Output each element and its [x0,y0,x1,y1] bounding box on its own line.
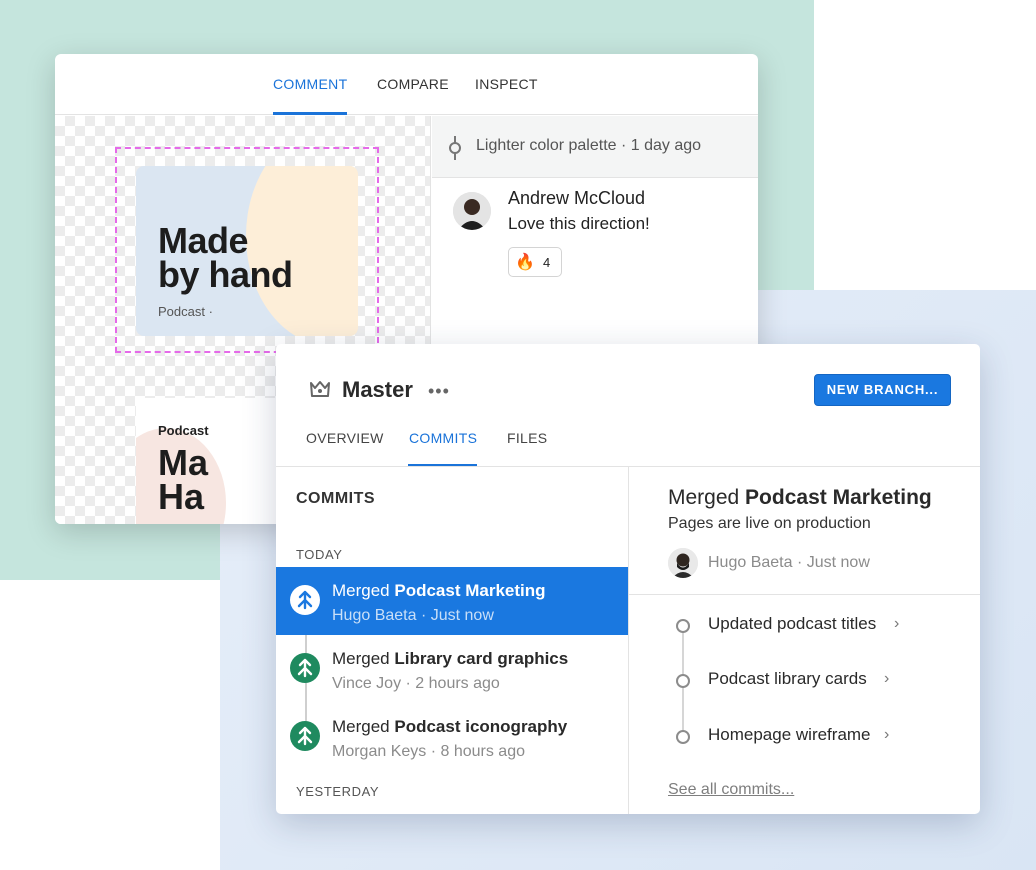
commit-name: Podcast Marketing [394,581,546,600]
detail-subtitle: Pages are live on production [668,515,871,532]
commit-row[interactable]: Merged Podcast Marketing Hugo Baeta · Ju… [276,567,628,635]
branch-crown-icon [310,381,330,397]
comment-window-tabs: COMMENT COMPARE INSPECT [55,54,758,115]
chevron-right-icon: › [884,726,890,743]
card-title: Made by hand [158,220,358,295]
commit-name: Podcast iconography [394,717,568,736]
commit-title: Merged Library card graphics [332,649,568,669]
fire-icon: 🔥 [515,254,535,271]
thread-title: Lighter color palette · 1 day ago [476,137,701,155]
commit-row[interactable]: Merged Library card graphics Vince Joy ·… [276,635,628,703]
commit-author: Hugo Baeta [332,607,417,624]
tab-compare[interactable]: COMPARE [377,76,449,92]
thread-time: · 1 day ago [620,137,702,154]
commit-author: Morgan Keys [332,743,427,760]
detail-prefix: Merged [668,486,746,509]
stage: COMMENT COMPARE INSPECT Made by hand Pod… [0,0,1036,870]
chevron-right-icon: › [884,670,890,687]
detail-title: Merged Podcast Marketing [668,486,932,510]
detail-commit-item[interactable]: Homepage wireframe › [668,723,968,753]
commit-title: Merged Podcast iconography [332,717,567,737]
detail-commit-label: Podcast library cards [708,669,867,688]
commit-prefix: Merged [332,581,395,600]
commit-node-icon [676,730,690,744]
commit-title: Merged Podcast Marketing [332,581,546,601]
avatar[interactable] [453,192,491,230]
tab-overview[interactable]: OVERVIEW [306,430,384,446]
design-card-made-by-hand[interactable]: Made by hand Podcast · [136,166,358,336]
detail-time: Just now [806,554,870,571]
merge-icon [290,585,320,615]
chevron-right-icon: › [894,615,900,632]
avatar-person-icon [668,548,698,578]
commit-node-icon [449,136,461,160]
card-title-line2: by hand [158,254,293,295]
commit-meta: Vince Joy · 2 hours ago [332,675,500,692]
reaction-button[interactable]: 🔥 4 [508,247,562,277]
comment-author: Andrew McCloud [508,188,646,208]
card-title-line1: Made [158,220,249,261]
merge-icon [290,721,320,751]
commit-meta: Morgan Keys · 8 hours ago [332,743,525,760]
tab-comment[interactable]: COMMENT [273,76,347,92]
branch-title: Master [342,377,413,402]
card-title: Ma Ha [158,442,209,517]
divider [628,594,980,595]
detail-commit-label: Homepage wireframe [708,725,871,744]
tab-files[interactable]: FILES [507,430,547,446]
comment-text: Love this direction! [508,214,650,233]
detail-commit-label: Updated podcast titles [708,614,877,633]
commit-time: Just now [430,607,494,624]
thread-title-text: Lighter color palette [476,137,617,154]
card-title-line2: Ha [158,476,205,517]
commit-time: 8 hours ago [440,743,525,760]
commit-meta: Hugo Baeta · Just now [332,607,494,624]
card-title-line1: Ma [158,442,209,483]
group-label-today: TODAY [296,547,343,562]
more-options-icon[interactable]: ••• [428,381,450,402]
divider [628,467,629,814]
branch-window: Master ••• NEW BRANCH... OVERVIEW COMMIT… [276,344,980,814]
commit-node-icon [676,619,690,633]
commit-prefix: Merged [332,717,395,736]
detail-commit-item[interactable]: Updated podcast titles › [668,612,968,642]
see-all-commits-link[interactable]: See all commits... [668,781,794,799]
avatar[interactable] [668,548,698,578]
reaction-count: 4 [543,255,551,270]
detail-name: Podcast Marketing [745,486,932,509]
detail-author: Hugo Baeta [708,554,793,571]
commit-time: 2 hours ago [415,675,500,692]
detail-meta: Hugo Baeta · Just now [708,554,870,571]
commit-name: Library card graphics [394,649,569,668]
new-branch-button[interactable]: NEW BRANCH... [814,374,951,406]
commit-row[interactable]: Merged Podcast iconography Morgan Keys ·… [276,703,628,771]
commit-node-icon [676,674,690,688]
group-label-yesterday: YESTERDAY [296,784,380,799]
commit-author: Vince Joy [332,675,402,692]
avatar-person-icon [453,192,491,230]
detail-commit-item[interactable]: Podcast library cards › [668,667,968,697]
tab-commits[interactable]: COMMITS [409,430,477,446]
card-subtitle: Podcast · [158,304,213,319]
tab-inspect[interactable]: INSPECT [475,76,538,92]
commit-prefix: Merged [332,649,395,668]
active-tab-indicator [273,112,347,115]
card-label: Podcast [158,423,209,438]
commits-heading: COMMITS [296,490,376,507]
comment-thread-header[interactable]: Lighter color palette · 1 day ago [432,116,758,178]
merge-icon [290,653,320,683]
